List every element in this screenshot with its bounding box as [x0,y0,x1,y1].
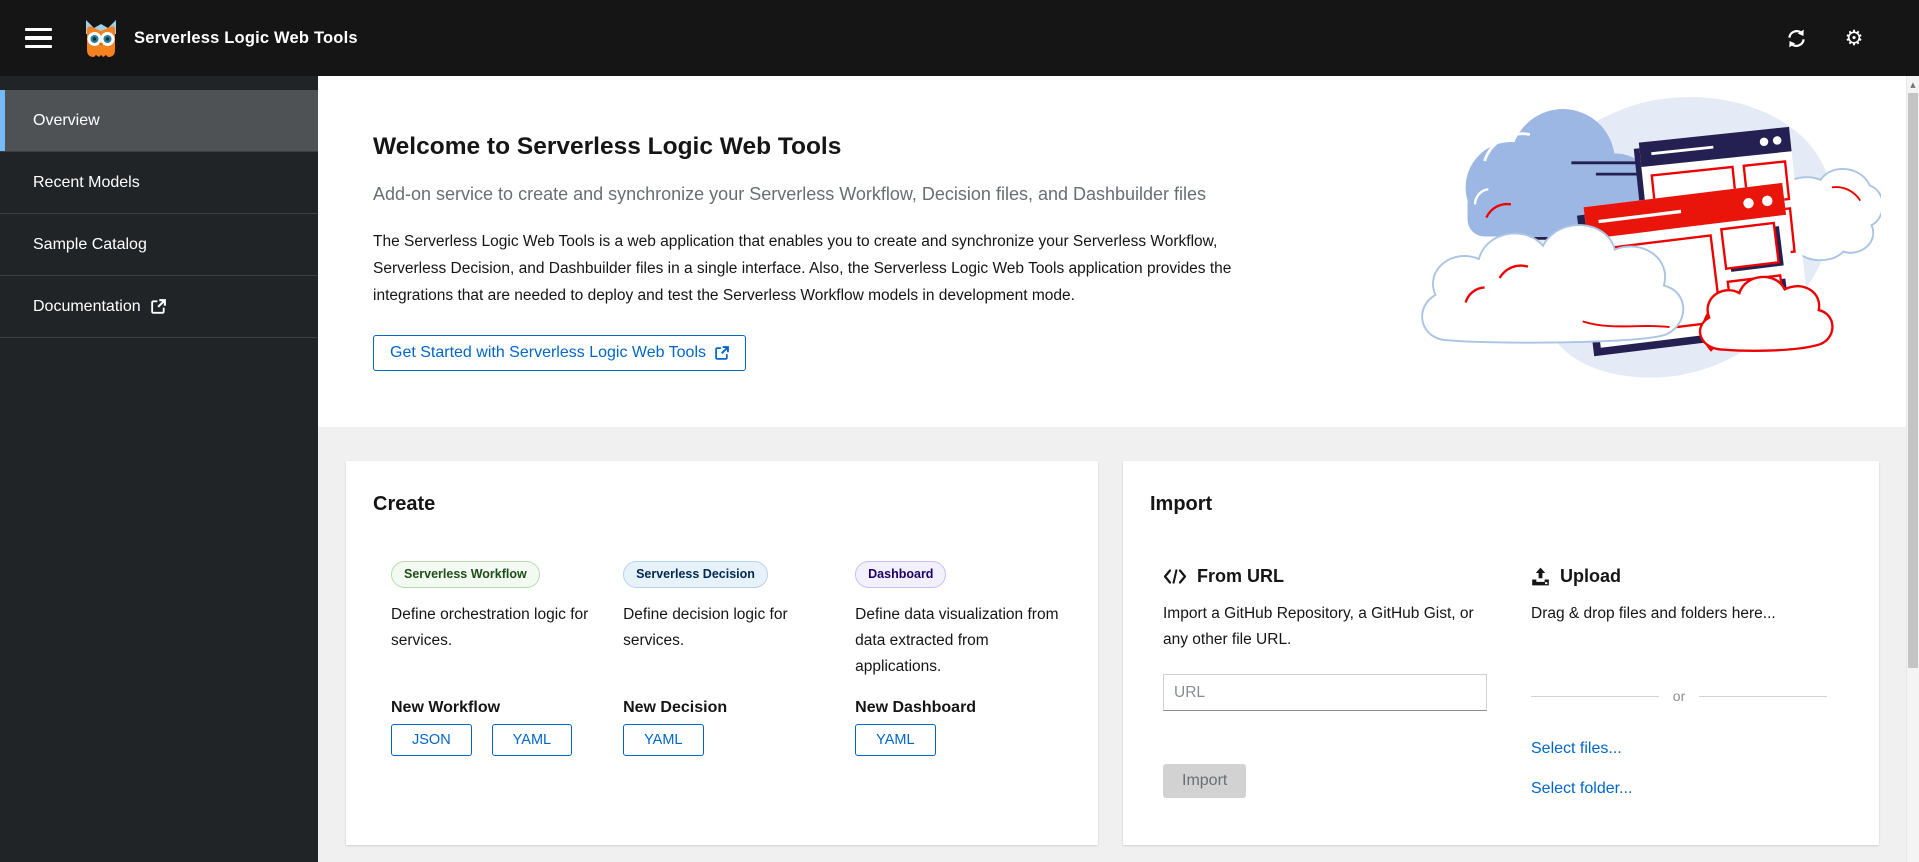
masthead: Serverless Logic Web Tools ⚙ [0,0,1919,76]
sidebar-item-documentation[interactable]: Documentation [0,276,318,338]
external-link-icon [715,346,729,360]
or-label: or [1672,688,1686,704]
scrollbar-up-arrow-icon[interactable]: ▲ [1907,76,1919,89]
upload-description: Drag & drop files and folders here... [1531,605,1776,622]
gear-icon[interactable]: ⚙ [1841,25,1867,51]
owl-logo-icon [86,20,116,57]
scrollbar-thumb[interactable] [1908,93,1918,668]
dashboard-badge: Dashboard [855,561,947,588]
welcome-section: Welcome to Serverless Logic Web Tools Ad… [318,76,1919,427]
serverless-decision-badge: Serverless Decision [623,561,768,588]
page-title: Welcome to Serverless Logic Web Tools [373,133,842,160]
new-workflow-yaml-button[interactable]: YAML [491,724,573,756]
create-column-workflow: Serverless Workflow Define orchestration… [391,561,591,756]
new-dashboard-heading: New Dashboard [855,699,977,716]
external-link-icon [150,299,166,314]
sidebar-item-overview[interactable]: Overview [0,90,318,152]
vertical-scrollbar[interactable]: ▲ [1906,76,1919,862]
sidebar-item-label: Documentation [33,297,141,315]
sidebar-item-recent-models[interactable]: Recent Models [0,152,318,214]
upload-icon [1532,567,1549,585]
get-started-label: Get Started with Serverless Logic Web To… [390,344,706,361]
code-icon [1163,568,1187,584]
select-files-link[interactable]: Select files... [1531,740,1831,758]
serverless-workflow-badge: Serverless Workflow [391,561,540,588]
import-button[interactable]: Import [1163,764,1247,798]
new-workflow-json-button[interactable]: JSON [391,724,472,756]
import-card: Import From URL Import a GitHub Reposito… [1123,461,1879,845]
cards-band: Create Serverless Workflow Define orches… [318,427,1919,862]
create-card: Create Serverless Workflow Define orches… [346,461,1098,845]
create-card-title: Create [373,493,436,515]
create-column-decision: Serverless Decision Define decision logi… [623,561,823,756]
sidebar-nav: Overview Recent Models Sample Catalog Do… [0,76,318,862]
import-from-url-section: From URL Import a GitHub Repository, a G… [1163,565,1495,798]
decision-description: Define decision logic for services. [623,606,788,649]
new-dashboard-yaml-button[interactable]: YAML [855,724,936,756]
from-url-heading: From URL [1197,566,1284,586]
brand: Serverless Logic Web Tools [80,16,358,60]
select-folder-link[interactable]: Select folder... [1531,780,1831,798]
upload-section: Upload Drag & drop files and folders her… [1531,565,1831,798]
sidebar-item-label: Overview [33,111,100,129]
page-subtitle: Add-on service to create and synchronize… [373,184,1207,204]
sidebar-item-sample-catalog[interactable]: Sample Catalog [0,214,318,276]
hamburger-menu-icon[interactable] [25,28,52,48]
app-title: Serverless Logic Web Tools [134,28,358,47]
create-column-dashboard: Dashboard Define data visualization from… [855,561,1066,756]
workflow-description: Define orchestration logic for services. [391,606,589,649]
get-started-button[interactable]: Get Started with Serverless Logic Web To… [373,335,746,371]
from-url-description: Import a GitHub Repository, a GitHub Gis… [1163,605,1474,648]
import-card-title: Import [1150,493,1213,515]
or-divider: or [1531,688,1828,704]
new-decision-heading: New Decision [623,699,728,716]
upload-heading: Upload [1560,566,1621,586]
sidebar-item-label: Recent Models [33,173,140,191]
main-content: Welcome to Serverless Logic Web Tools Ad… [318,76,1919,862]
new-workflow-heading: New Workflow [391,699,501,716]
sidebar-item-label: Sample Catalog [33,235,147,253]
new-decision-yaml-button[interactable]: YAML [623,724,704,756]
dashboard-description: Define data visualization from data extr… [855,606,1059,675]
sync-icon[interactable] [1783,25,1809,51]
welcome-description: The Serverless Logic Web Tools is a web … [373,233,1232,304]
url-input[interactable] [1163,674,1487,711]
